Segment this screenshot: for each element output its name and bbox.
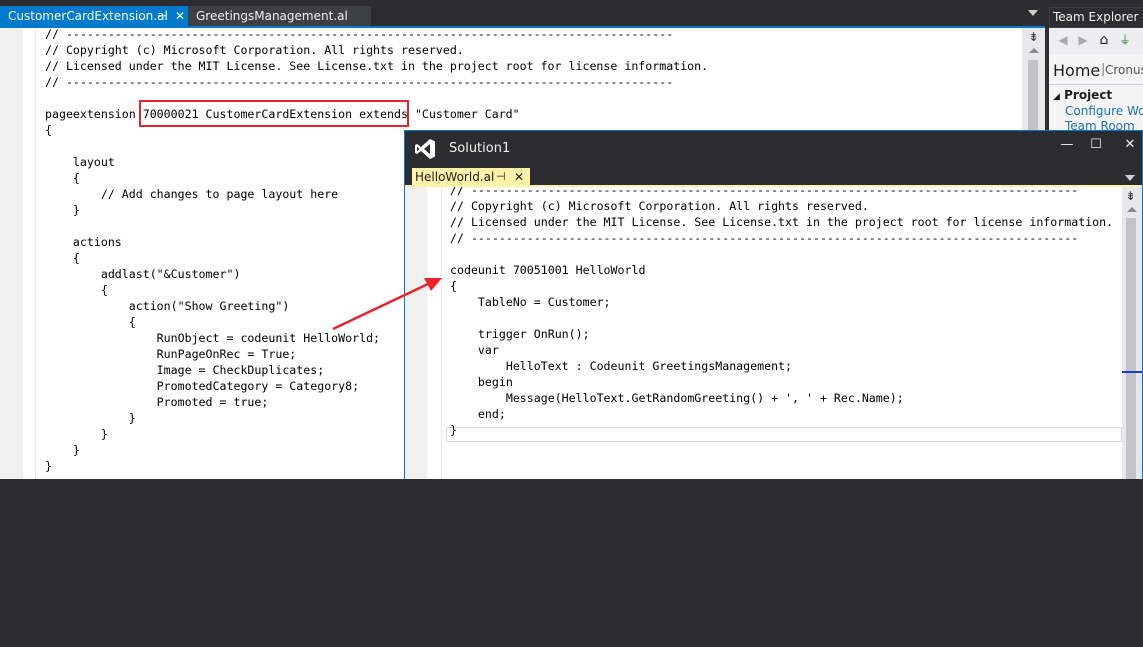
pin-icon[interactable]: ⊣ [157,6,167,27]
code-line[interactable]: } [45,410,136,426]
tab-greetings-management[interactable]: GreetingsManagement.al [188,6,371,27]
code-line[interactable]: RunObject = codeunit HelloWorld; [45,330,380,346]
code-line[interactable]: trigger OnRun(); [450,326,590,342]
tab-customer-card-extension[interactable]: CustomerCardExtension.al ⊣ ✕ [0,6,188,27]
scroll-up-icon[interactable] [1127,207,1137,212]
tab-label: GreetingsManagement.al [196,9,348,23]
code-line[interactable]: codeunit 70051001 HelloWorld [450,262,645,278]
code-line[interactable]: begin [450,374,513,390]
annotation-highlight-box [139,100,409,127]
code-line[interactable]: } [45,442,80,458]
tab-overflow-dropdown-icon[interactable] [1028,10,1038,16]
code-line[interactable]: // Licensed under the MIT License. See L… [45,58,708,74]
code-lines[interactable]: // -------------------------------------… [450,187,1122,647]
connect-plug-icon[interactable]: ⏚ [1118,33,1132,47]
code-line[interactable]: // Copyright (c) Microsoft Corporation. … [45,42,464,58]
code-line[interactable]: { [45,170,80,186]
code-line[interactable]: TableNo = Customer; [450,294,611,310]
back-icon[interactable]: ◀ [1056,33,1070,47]
code-line[interactable]: addlast("&Customer") [45,266,241,282]
code-line[interactable]: // -------------------------------------… [450,230,1078,246]
code-line[interactable]: // -------------------------------------… [45,74,673,90]
code-line[interactable]: } [45,458,52,474]
code-line[interactable]: HelloText : Codeunit GreetingsManagement… [450,358,792,374]
collapse-triangle-icon[interactable]: ◢ [1053,92,1060,102]
code-line[interactable]: Image = CheckDuplicates; [45,362,325,378]
code-line[interactable]: Promoted = true; [45,394,269,410]
tab-helloworld[interactable]: HelloWorld.al [412,168,530,186]
tab-overflow-dropdown-icon[interactable] [1125,175,1135,181]
close-icon[interactable]: ✕ [175,6,185,27]
team-explorer-title[interactable]: Team Explorer - H [1049,7,1143,28]
tab-label: HelloWorld.al [415,170,495,184]
code-line[interactable]: } [45,202,80,218]
editor-glyph-margin [0,28,23,479]
code-line[interactable]: { [45,250,80,266]
te-section-project[interactable]: ◢ Project [1053,88,1112,102]
code-line[interactable]: // Add changes to page layout here [45,186,338,202]
solution-window-titlebar[interactable] [404,131,1143,165]
editor-outline-margin [427,187,442,479]
code-line[interactable]: action("Show Greeting") [45,298,290,314]
split-window-icon[interactable]: ⇟ [1027,30,1040,44]
solution-window-title: Solution1 [449,141,511,156]
te-section-title: Project [1064,88,1113,102]
code-line[interactable]: RunPageOnRec = True; [45,346,297,362]
editor-outline-margin [23,28,36,479]
te-page-title: Home [1053,61,1101,80]
te-link-configure-workspace[interactable]: Configure Wor [1065,104,1143,118]
visual-studio-logo-icon [415,139,435,159]
pin-icon[interactable]: ⊣ [496,168,506,186]
minimize-button[interactable]: — [1055,137,1079,153]
forward-icon[interactable]: ▶ [1076,33,1090,47]
code-line[interactable]: { [45,314,136,330]
document-tab-bar: CustomerCardExtension.al ⊣ ✕ GreetingsMa… [0,0,1045,27]
code-line[interactable]: layout [45,154,115,170]
code-line[interactable]: end; [450,406,506,422]
code-line[interactable]: } [45,426,108,442]
code-line[interactable]: // Copyright (c) Microsoft Corporation. … [450,198,869,214]
split-window-icon[interactable]: ⇟ [1124,189,1137,203]
code-line[interactable]: actions [45,234,122,250]
close-window-button[interactable]: ✕ [1118,137,1142,153]
code-line[interactable]: // Licensed under the MIT License. See L… [450,214,1113,230]
code-line[interactable]: { [45,282,108,298]
scrollbar-caret-marker [1122,371,1142,373]
code-line[interactable]: Message(HelloText.GetRandomGreeting() + … [450,390,904,406]
divider [1049,84,1143,85]
editor-glyph-margin [405,187,427,479]
te-context-selector[interactable]: Cronus [1105,63,1143,77]
code-line[interactable]: var [450,342,499,358]
code-line[interactable]: // -------------------------------------… [450,187,1078,198]
code-line[interactable]: // -------------------------------------… [45,28,673,42]
code-line[interactable]: { [45,122,52,138]
code-line[interactable]: } [450,422,457,438]
scrollbar-thumb[interactable] [1126,218,1136,479]
close-icon[interactable]: ✕ [514,168,524,186]
tab-label: CustomerCardExtension.al [8,9,168,23]
code-line[interactable]: { [450,278,457,294]
scroll-up-icon[interactable] [1029,48,1039,53]
maximize-button[interactable]: ☐ [1084,137,1108,153]
home-icon[interactable]: ⌂ [1097,33,1111,47]
code-line[interactable]: PromotedCategory = Category8; [45,378,359,394]
